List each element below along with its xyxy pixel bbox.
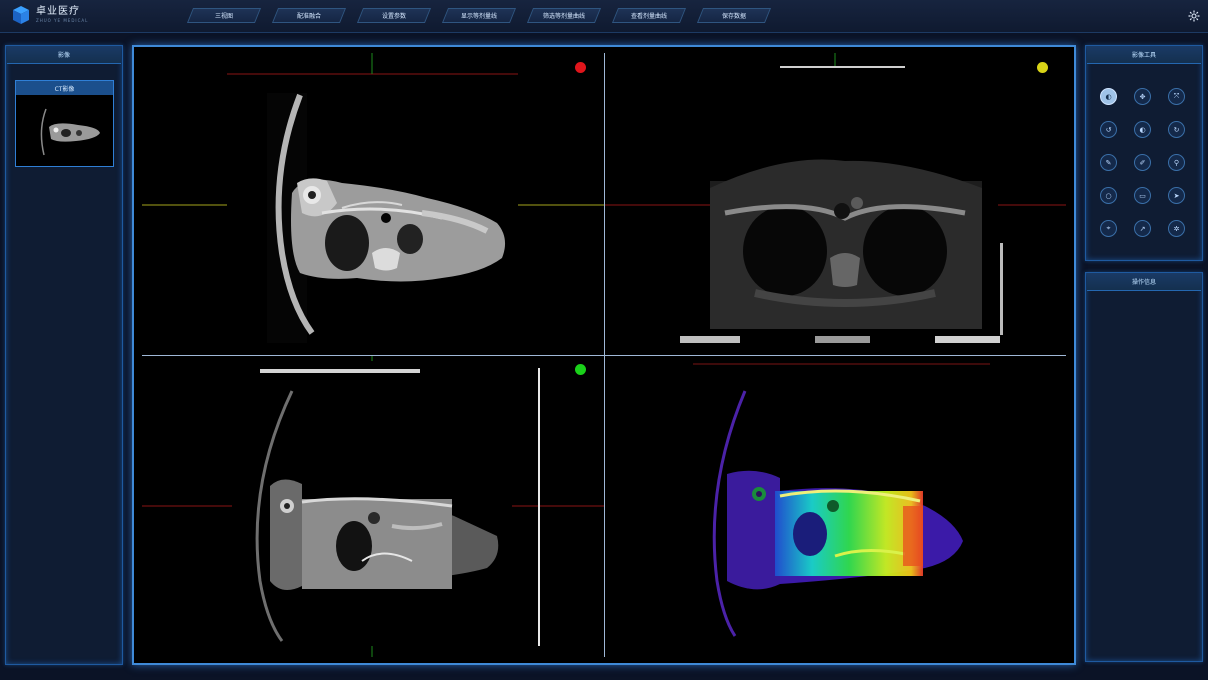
top-bar: 卓业医疗 ZHUO YE MEDICAL 三视图 配准融合 设置参数 显示等剂量… bbox=[0, 0, 1208, 33]
mr-axial-image bbox=[605, 53, 1066, 343]
viewport-marker-red bbox=[575, 62, 586, 73]
image-tools-panel: 影像工具 ◐ ✥ ⤧ ↺ ◐ ↻ ✎ ✐ ⚲ ○ ▭ ➤ ⌖ ↗ ✲ bbox=[1085, 45, 1203, 261]
fusion-overlay-image bbox=[142, 356, 604, 657]
window-level-icon[interactable]: ◐ bbox=[1100, 88, 1117, 105]
logo-subtitle: ZHUO YE MEDICAL bbox=[36, 18, 89, 23]
tools-panel-title: 影像工具 bbox=[1087, 46, 1201, 64]
viewport-dose-colormap[interactable] bbox=[605, 356, 1066, 657]
nav-save-data[interactable]: 保存数据 bbox=[696, 8, 772, 23]
pencil-icon[interactable]: ✎ bbox=[1100, 154, 1117, 171]
zoom-icon[interactable]: ⤧ bbox=[1168, 88, 1185, 105]
rotate-right-icon[interactable]: ↻ bbox=[1168, 121, 1185, 138]
viewport-fusion-overlay[interactable] bbox=[142, 356, 604, 657]
main-nav: 三视图 配准融合 设置参数 显示等剂量线 筛选等剂量曲线 查看剂量曲线 保存数据 bbox=[186, 8, 772, 23]
arrow-icon[interactable]: ↗ bbox=[1134, 220, 1151, 237]
tools-grid: ◐ ✥ ⤧ ↺ ◐ ↻ ✎ ✐ ⚲ ○ ▭ ➤ ⌖ ↗ ✲ bbox=[1100, 88, 1185, 237]
thumbnail-title: CT影像 bbox=[16, 81, 113, 95]
nav-set-parameters[interactable]: 设置参数 bbox=[356, 8, 432, 23]
dose-colormap-image bbox=[693, 363, 990, 637]
logo: 卓业医疗 ZHUO YE MEDICAL bbox=[12, 5, 88, 25]
nav-view-dose-curve[interactable]: 查看剂量曲线 bbox=[611, 8, 687, 23]
viewport-marker-yellow bbox=[1037, 62, 1048, 73]
crosshair-icon[interactable]: ⌖ bbox=[1100, 220, 1117, 237]
viewport-mr-axial[interactable] bbox=[605, 53, 1066, 355]
logo-cube-icon bbox=[13, 6, 29, 24]
rotate-left-icon[interactable]: ↺ bbox=[1100, 121, 1117, 138]
circle-roi-icon[interactable]: ○ bbox=[1100, 187, 1117, 204]
pin-icon[interactable]: ⚲ bbox=[1168, 154, 1185, 171]
nav-three-views[interactable]: 三视图 bbox=[186, 8, 262, 23]
brush-icon[interactable]: ✐ bbox=[1134, 154, 1151, 171]
info-panel-title: 操作信息 bbox=[1087, 273, 1201, 291]
contrast-icon[interactable]: ◐ bbox=[1134, 121, 1151, 138]
rect-roi-icon[interactable]: ▭ bbox=[1134, 187, 1151, 204]
viewport-ct-axial[interactable] bbox=[142, 53, 604, 355]
ct-image-thumbnail[interactable]: CT影像 bbox=[15, 80, 114, 167]
viewport-marker-green bbox=[575, 364, 586, 375]
pan-icon[interactable]: ✥ bbox=[1134, 88, 1151, 105]
nav-show-isodose[interactable]: 显示等剂量线 bbox=[441, 8, 517, 23]
operation-info-panel: 操作信息 bbox=[1085, 272, 1203, 662]
gear-icon[interactable] bbox=[1188, 10, 1200, 22]
viewer-area[interactable] bbox=[132, 45, 1076, 665]
cursor-icon[interactable]: ➤ bbox=[1168, 187, 1185, 204]
ct-axial-image bbox=[142, 53, 604, 343]
image-list-panel: 影像 CT影像 bbox=[5, 45, 123, 665]
logo-title: 卓业医疗 bbox=[36, 6, 80, 17]
nav-registration-fusion[interactable]: 配准融合 bbox=[271, 8, 347, 23]
image-panel-title: 影像 bbox=[7, 46, 121, 64]
nav-filter-isodose[interactable]: 筛选等剂量曲线 bbox=[526, 8, 602, 23]
settings-icon[interactable]: ✲ bbox=[1168, 220, 1185, 237]
ct-thumbnail-preview bbox=[16, 95, 113, 166]
